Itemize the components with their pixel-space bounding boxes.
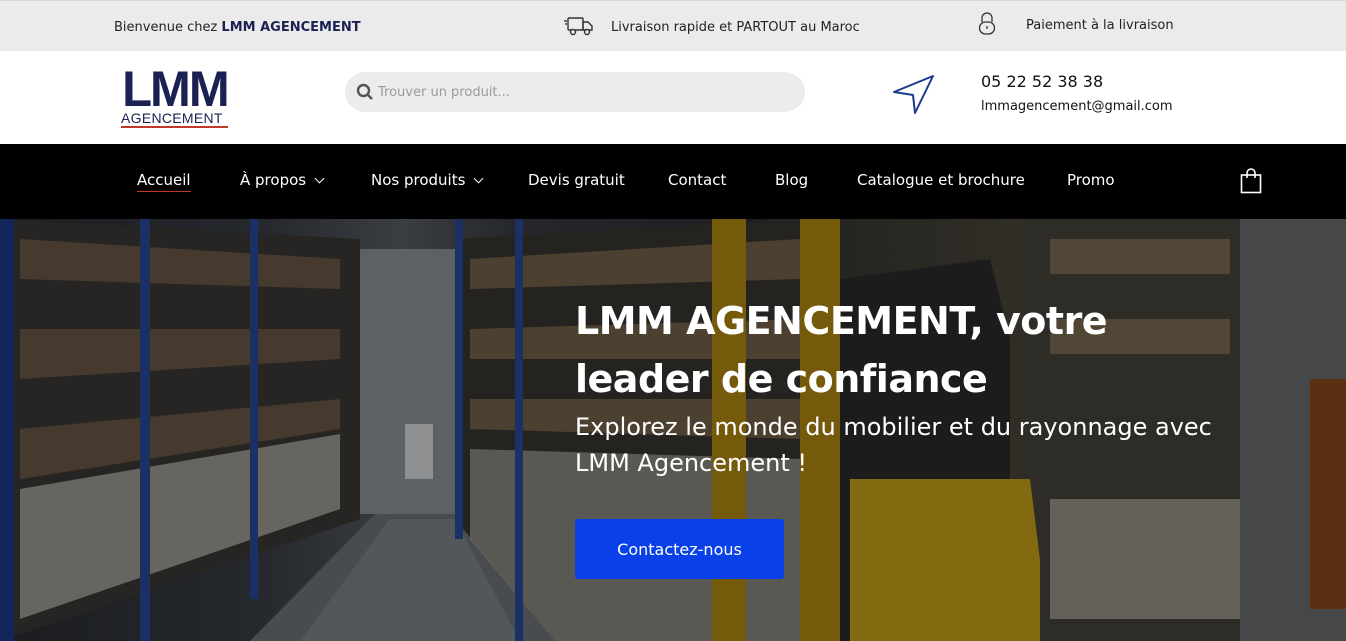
logo-main-text: LMM [122, 61, 230, 117]
search-icon[interactable] [356, 83, 374, 101]
nav-item-nos-produits[interactable]: Nos produits [371, 171, 484, 189]
search-input[interactable] [378, 80, 788, 104]
nav-item-promo[interactable]: Promo [1067, 171, 1115, 189]
top-info-bar: Bienvenue chez LMM AGENCEMENT Livraison … [0, 0, 1346, 51]
hero-subtitle: Explorez le monde du mobilier et du rayo… [575, 413, 1212, 477]
nav-item-catalogue[interactable]: Catalogue et brochure [857, 171, 1025, 189]
hero-banner: LMM AGENCEMENT, votre leader de confianc… [0, 219, 1346, 641]
site-logo[interactable]: LMM AGENCEMENT [121, 64, 230, 128]
payment-text: Paiement à la livraison [1026, 18, 1174, 33]
send-icon [893, 75, 934, 114]
email-address[interactable]: lmmagencement@gmail.com [981, 99, 1173, 114]
nav-item-blog[interactable]: Blog [775, 171, 808, 189]
site-header: LMM AGENCEMENT 05 22 52 38 38 lmmagencem… [0, 51, 1346, 144]
welcome-text: Bienvenue chez LMM AGENCEMENT [114, 20, 361, 35]
main-navigation: Accueil À propos Nos produits Devis grat… [0, 144, 1346, 219]
delivery-text: Livraison rapide et PARTOUT au Maroc [611, 20, 860, 35]
chevron-down-icon [314, 173, 325, 184]
hero-title: LMM AGENCEMENT, votre leader de confianc… [575, 299, 1108, 401]
phone-number[interactable]: 05 22 52 38 38 [981, 72, 1103, 91]
nav-item-accueil[interactable]: Accueil [137, 171, 191, 192]
truck-icon [564, 17, 593, 36]
nav-item-devis-gratuit[interactable]: Devis gratuit [528, 171, 625, 189]
nav-item-contact[interactable]: Contact [668, 171, 726, 189]
shopping-bag-icon[interactable] [1240, 168, 1262, 194]
lock-icon [978, 12, 996, 35]
nav-item-label: À propos [240, 171, 307, 189]
logo-sub-text: AGENCEMENT [121, 111, 228, 128]
nav-item-a-propos[interactable]: À propos [240, 171, 325, 189]
nav-item-label: Nos produits [371, 171, 466, 189]
search-bar[interactable] [345, 72, 805, 112]
welcome-brand: LMM AGENCEMENT [221, 20, 361, 35]
chevron-down-icon [473, 173, 484, 184]
welcome-prefix: Bienvenue chez [114, 20, 222, 35]
contact-button[interactable]: Contactez-nous [575, 519, 784, 579]
